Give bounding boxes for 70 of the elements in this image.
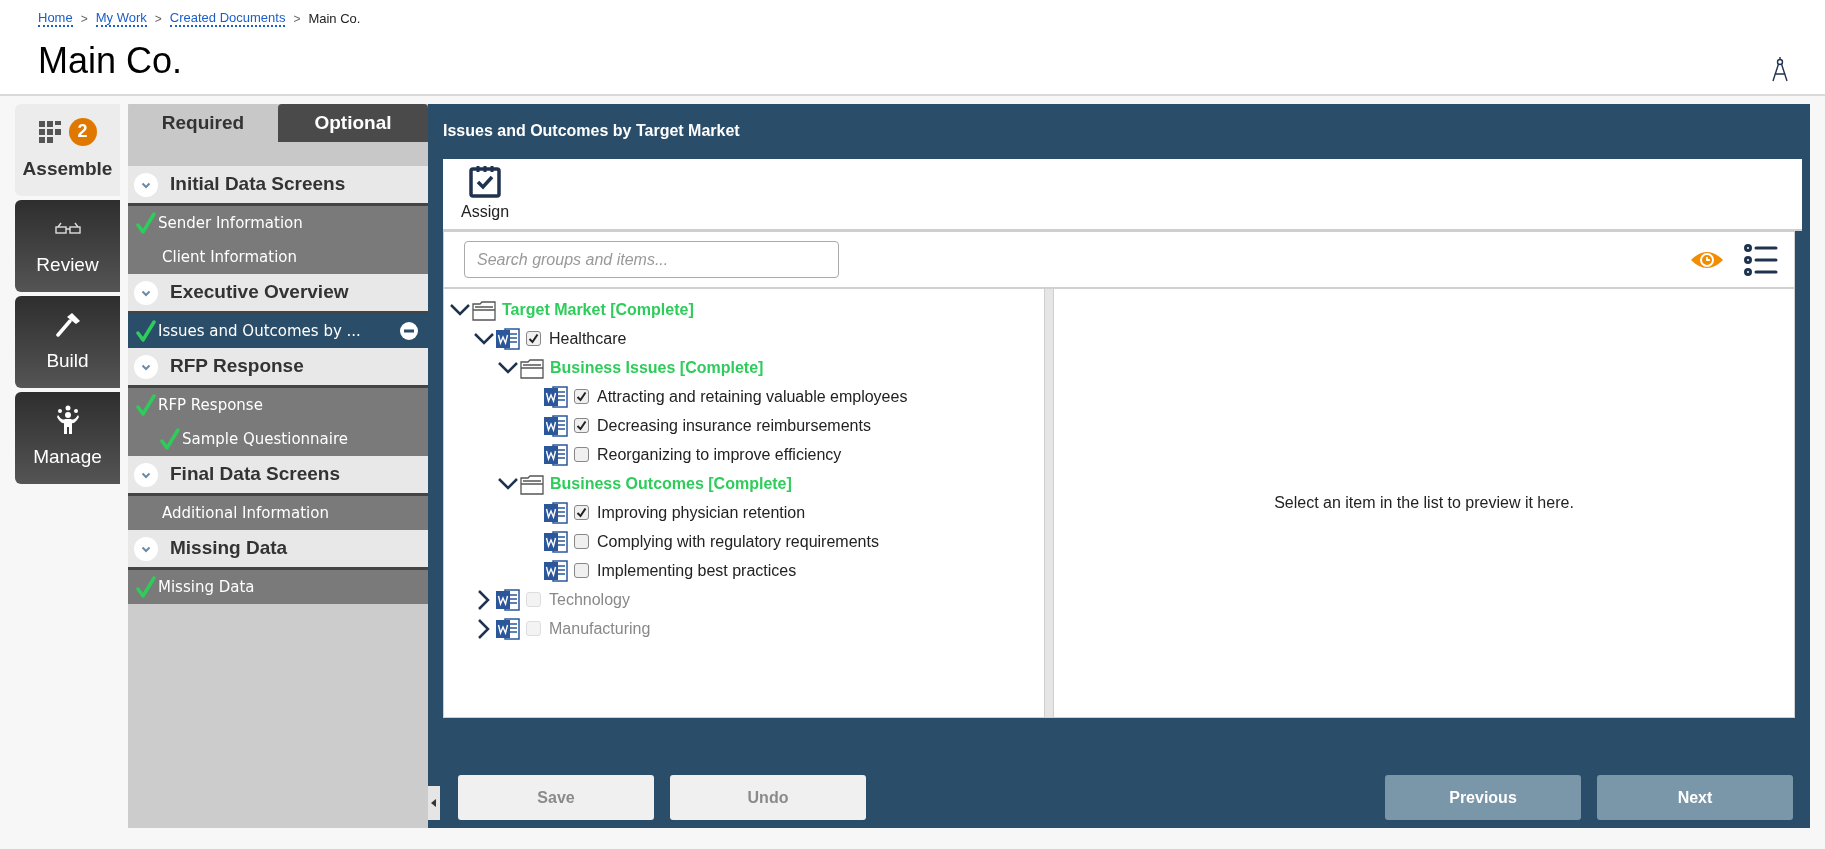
preview-message: Select an item in the list to preview it here. xyxy=(1274,493,1574,513)
breadcrumb-link[interactable]: Home xyxy=(38,10,73,28)
blocks-icon xyxy=(38,120,63,143)
checkbox[interactable] xyxy=(574,389,589,404)
count-badge: 2 xyxy=(68,117,97,146)
glasses-icon xyxy=(54,221,81,234)
calendar-check-icon xyxy=(468,164,502,198)
breadcrumb-current: Main Co. xyxy=(308,10,361,28)
screen-item[interactable]: Sample Questionnaire xyxy=(128,422,428,456)
folder-icon xyxy=(520,472,544,495)
chevron-down-icon[interactable] xyxy=(474,332,494,345)
checkmark-icon xyxy=(136,576,156,598)
item-label[interactable]: Reorganizing to improve efficiency xyxy=(597,442,842,467)
chevron-down-icon[interactable] xyxy=(498,361,518,374)
item-label[interactable]: Complying with regulatory requirements xyxy=(597,529,879,554)
checkbox[interactable] xyxy=(574,418,589,433)
checkmark-icon xyxy=(136,320,156,342)
screen-item[interactable]: Sender Information xyxy=(128,206,428,240)
checkbox[interactable] xyxy=(574,563,589,578)
item-label[interactable]: Implementing best practices xyxy=(597,558,797,583)
breadcrumb-separator: > xyxy=(293,10,301,28)
search-field[interactable]: Search groups and items... xyxy=(464,241,839,278)
word-document-icon xyxy=(544,529,568,554)
screen-item[interactable]: Additional Information xyxy=(128,496,428,530)
screen-item[interactable]: RFP Response xyxy=(128,388,428,422)
checkbox[interactable] xyxy=(574,447,589,462)
breadcrumb-separator: > xyxy=(154,10,162,28)
nav-tile[interactable]: Review xyxy=(15,200,120,292)
chevron-down-icon[interactable] xyxy=(450,303,470,316)
word-document-icon xyxy=(544,500,568,525)
item-label[interactable]: Healthcare xyxy=(549,326,627,351)
word-document-icon xyxy=(544,384,568,409)
panel-title: Issues and Outcomes by Target Market xyxy=(442,121,741,141)
checkmark-icon xyxy=(136,212,156,234)
word-document-icon xyxy=(544,442,568,467)
word-document-icon xyxy=(544,558,568,583)
page-title: Main Co. xyxy=(37,38,183,83)
remove-icon[interactable] xyxy=(400,322,418,340)
collapse-handle[interactable] xyxy=(428,786,440,820)
folder-icon xyxy=(520,356,544,379)
checkbox[interactable] xyxy=(574,505,589,520)
word-document-icon xyxy=(496,616,520,641)
word-document-icon xyxy=(496,587,520,612)
hammer-icon xyxy=(54,310,81,337)
screen-item[interactable]: Missing Data xyxy=(128,570,428,604)
item-label[interactable]: Improving physician retention xyxy=(597,500,806,525)
compass-icon[interactable] xyxy=(1771,56,1789,82)
assign-button[interactable]: Assign xyxy=(461,164,510,224)
tab[interactable]: Optional xyxy=(278,104,428,142)
nav-tile[interactable]: 2 Assemble xyxy=(15,104,120,196)
item-label[interactable]: Attracting and retaining valuable employees xyxy=(597,384,908,409)
word-document-icon xyxy=(544,413,568,438)
checkbox[interactable] xyxy=(574,534,589,549)
breadcrumb-separator: > xyxy=(80,10,88,28)
screen-item[interactable]: Issues and Outcomes by ... xyxy=(128,314,428,348)
screen-item[interactable]: Client Information xyxy=(128,240,428,274)
checkmark-icon xyxy=(136,394,156,416)
word-document-icon xyxy=(496,326,520,351)
item-label[interactable]: Decreasing insurance reimbursements xyxy=(597,413,871,438)
breadcrumb-link[interactable]: Created Documents xyxy=(169,10,286,28)
folder-icon xyxy=(472,298,496,321)
nav-tile[interactable]: Build xyxy=(15,296,120,388)
checkbox[interactable] xyxy=(526,331,541,346)
list-icon[interactable] xyxy=(1744,242,1778,277)
person-juggling-icon xyxy=(55,404,80,435)
nav-tile[interactable]: Manage xyxy=(15,392,120,484)
chevron-down-icon[interactable] xyxy=(498,477,518,490)
checkmark-icon xyxy=(160,428,180,450)
breadcrumb-link[interactable]: My Work xyxy=(95,10,147,28)
tab[interactable]: Required xyxy=(128,104,278,142)
